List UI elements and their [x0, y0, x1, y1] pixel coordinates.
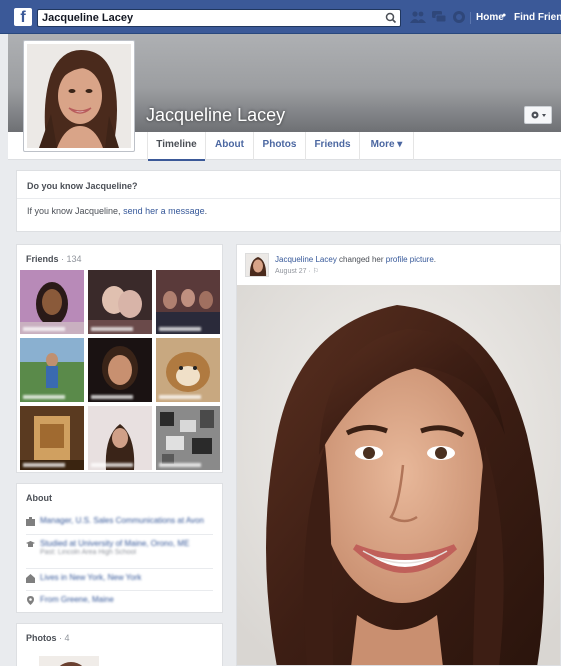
- home-count-badge: ●: [502, 12, 507, 19]
- friend-thumbnail[interactable]: [88, 338, 152, 402]
- photos-card-title[interactable]: Photos · 4: [26, 633, 70, 643]
- home-link[interactable]: Home: [476, 12, 504, 23]
- tab-friends[interactable]: Friends: [305, 132, 359, 160]
- photos-card: Photos · 4: [16, 623, 223, 666]
- home-icon: [26, 574, 35, 583]
- friend-thumbnail[interactable]: [20, 338, 84, 402]
- tab-more[interactable]: More ▾: [359, 132, 414, 160]
- friend-thumbnail[interactable]: [156, 406, 220, 470]
- search-icon: [385, 12, 397, 24]
- about-item-work[interactable]: Manager, U.S. Sales Communications at Av…: [26, 516, 216, 530]
- photo-thumbnail[interactable]: [39, 656, 99, 666]
- top-navigation-bar: f Home ● Find Friends: [0, 0, 561, 34]
- briefcase-icon: [26, 517, 35, 526]
- divider: [26, 590, 213, 591]
- about-item-lives-in[interactable]: Lives in New York, New York: [26, 573, 216, 587]
- notifications-icon[interactable]: [452, 10, 466, 24]
- friend-thumbnail[interactable]: [20, 270, 84, 334]
- post-photo-image: [237, 285, 560, 665]
- search-box[interactable]: [37, 9, 401, 27]
- messages-icon[interactable]: [432, 10, 447, 24]
- profile-picture-link[interactable]: profile picture: [386, 255, 434, 264]
- friends-card: Friends · 134: [16, 244, 223, 473]
- post-suffix: .: [433, 255, 437, 264]
- location-pin-icon: [27, 596, 34, 605]
- timeline-post: Jacqueline Lacey changed her profile pic…: [236, 244, 561, 666]
- about-item-subtext: Past: Lincoln Area High School: [40, 549, 137, 556]
- about-item-text: Lives in New York, New York: [40, 573, 142, 582]
- friend-thumbnail[interactable]: [156, 270, 220, 334]
- profile-photo-image: [27, 44, 131, 148]
- post-photo[interactable]: [237, 285, 560, 665]
- profile-picture[interactable]: [23, 40, 135, 152]
- search-input[interactable]: [42, 11, 372, 25]
- post-action-text: changed her: [336, 255, 386, 264]
- find-friends-link[interactable]: Find Friends: [514, 12, 561, 23]
- post-timestamp[interactable]: August 27 · ⚐: [275, 267, 319, 275]
- friend-thumbnail[interactable]: [88, 270, 152, 334]
- post-author-avatar[interactable]: [245, 253, 269, 277]
- divider: [470, 12, 471, 24]
- about-item-text: From Greene, Maine: [40, 595, 114, 604]
- about-item-text: Manager, U.S. Sales Communications at Av…: [40, 516, 204, 525]
- tab-timeline[interactable]: Timeline: [147, 132, 205, 161]
- about-item-education[interactable]: Studied at University of Maine, Orono, M…: [26, 539, 216, 563]
- friends-card-title[interactable]: Friends · 134: [26, 254, 82, 264]
- friend-thumbnail[interactable]: [20, 406, 84, 470]
- about-card-title[interactable]: About: [26, 493, 52, 503]
- about-item-text: Studied at University of Maine, Orono, M…: [40, 539, 190, 548]
- divider: [26, 568, 213, 569]
- post-header: Jacqueline Lacey changed her profile pic…: [275, 255, 436, 264]
- photos-count: · 4: [59, 633, 70, 643]
- do-you-know-title: Do you know Jacqueline?: [27, 181, 138, 191]
- divider: [26, 534, 213, 535]
- about-card: About Manager, U.S. Sales Communications…: [16, 483, 223, 613]
- search-button[interactable]: [382, 10, 400, 26]
- tab-photos[interactable]: Photos: [253, 132, 305, 160]
- do-you-know-prefix: If you know Jacqueline,: [27, 206, 124, 216]
- photos-title: Photos: [26, 633, 57, 643]
- send-message-link[interactable]: send her a message: [123, 206, 205, 216]
- friends-count: · 134: [61, 254, 82, 264]
- facebook-logo[interactable]: f: [14, 8, 32, 26]
- friend-thumbnail[interactable]: [88, 406, 152, 470]
- divider: [17, 198, 560, 199]
- friend-thumbnail[interactable]: [156, 338, 220, 402]
- graduation-cap-icon: [26, 541, 35, 547]
- about-item-from[interactable]: From Greene, Maine: [26, 595, 216, 609]
- do-you-know-suffix: .: [204, 206, 208, 216]
- settings-button[interactable]: [524, 106, 552, 124]
- profile-name[interactable]: Jacqueline Lacey: [146, 105, 285, 126]
- friend-requests-icon[interactable]: [410, 10, 426, 24]
- friends-title: Friends: [26, 254, 59, 264]
- do-you-know-box: Do you know Jacqueline? If you know Jacq…: [16, 170, 561, 232]
- gear-icon: [531, 111, 546, 119]
- do-you-know-text: If you know Jacqueline, send her a messa…: [27, 206, 207, 216]
- post-author-link[interactable]: Jacqueline Lacey: [275, 255, 337, 264]
- tab-about[interactable]: About: [205, 132, 253, 160]
